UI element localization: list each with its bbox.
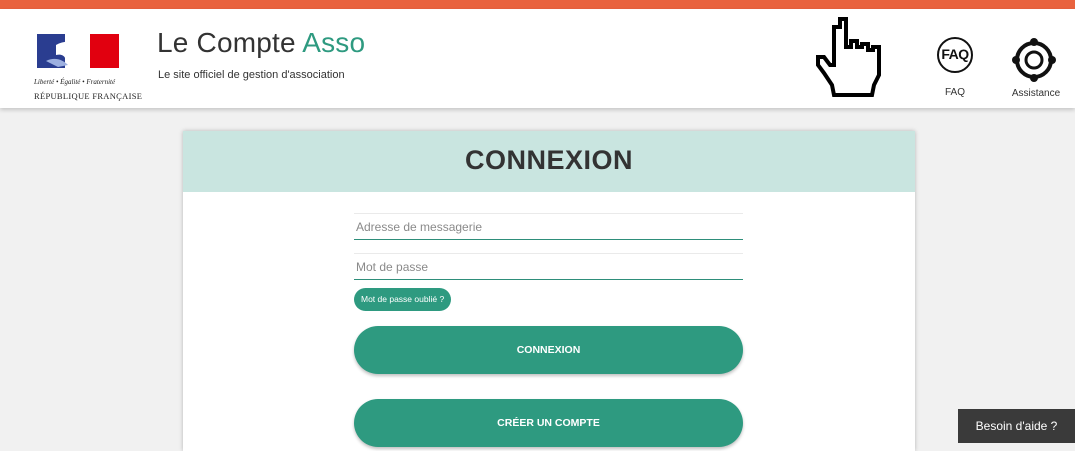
faq-label: FAQ xyxy=(944,87,965,98)
help-button[interactable]: Besoin d'aide ? xyxy=(958,409,1075,443)
forgot-password-button[interactable]: Mot de passe oublié ? xyxy=(354,288,452,311)
create-account-button[interactable]: CRÉER UN COMPTE xyxy=(354,399,743,447)
assistance-label: Assistance xyxy=(1011,88,1061,99)
email-input[interactable] xyxy=(354,214,743,239)
login-card-header: CONNEXION xyxy=(183,131,915,192)
faq-link[interactable]: FAQ FAQ xyxy=(933,37,983,103)
hand-pointer-cursor-icon xyxy=(816,17,881,97)
password-field xyxy=(354,253,743,280)
top-banner-strip xyxy=(0,0,1075,9)
login-title: CONNEXION xyxy=(464,145,634,175)
site-title[interactable]: Le Compte Asso xyxy=(157,27,365,59)
site-subtitle: Le site officiel de gestion d'associatio… xyxy=(158,69,345,81)
login-button[interactable]: CONNEXION xyxy=(354,326,743,374)
login-card: CONNEXION Mot de passe oublié ? CONNEXIO… xyxy=(183,131,915,451)
lifebuoy-icon xyxy=(1012,38,1056,82)
site-header: Liberté • Égalité • Fraternité RÉPUBLIQU… xyxy=(0,9,1075,108)
site-title-main: Le Compte xyxy=(157,27,303,58)
assistance-link[interactable]: Assistance xyxy=(1000,34,1070,104)
password-input[interactable] xyxy=(354,254,743,279)
email-field xyxy=(354,213,743,240)
faq-icon: FAQ xyxy=(937,37,973,73)
republic-motto: Liberté • Égalité • Fraternité xyxy=(34,78,116,86)
republic-name: RÉPUBLIQUE FRANÇAISE xyxy=(34,91,143,101)
site-title-accent: Asso xyxy=(302,27,366,58)
